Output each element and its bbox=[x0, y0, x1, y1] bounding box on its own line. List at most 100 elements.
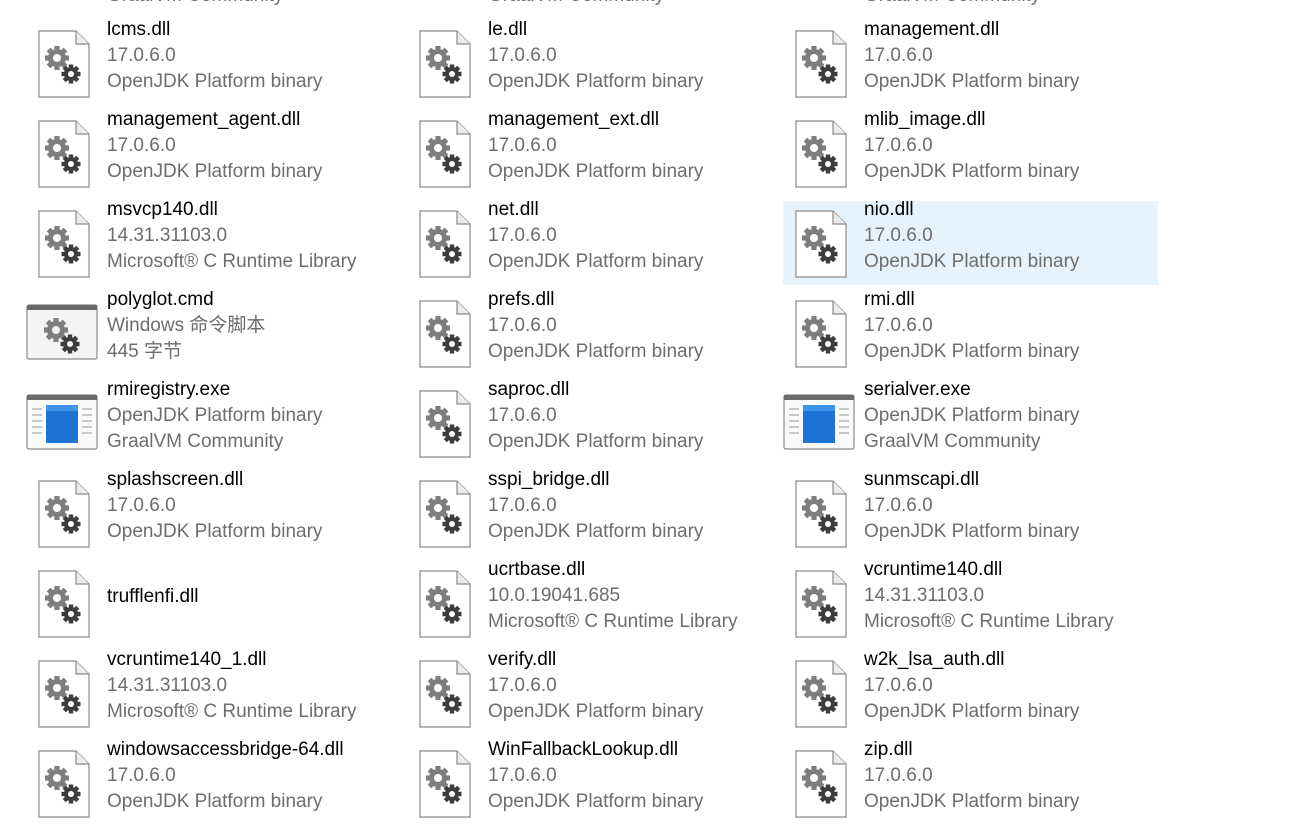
file-text: splashscreen.dll 17.0.6.0 OpenJDK Platform… bbox=[107, 467, 407, 545]
file-detail-line2: 10.0.19041.685 bbox=[488, 585, 621, 606]
file-item[interactable]: trufflenfi.dll bbox=[26, 561, 401, 645]
file-detail-line3: GraalVM Community bbox=[864, 431, 1041, 452]
partial-file-detail: GraalVM Community bbox=[488, 0, 664, 9]
file-item[interactable]: verify.dll 17.0.6.0 OpenJDK Platform binar… bbox=[407, 649, 782, 735]
file-item[interactable]: rmiregistry.exe OpenJDK Platform binary Gr… bbox=[26, 379, 401, 465]
file-detail-line3: OpenJDK Platform binary bbox=[488, 251, 704, 272]
file-item[interactable]: management_agent.dll 17.0.6.0 OpenJDK Plat… bbox=[26, 109, 401, 195]
file-item[interactable]: nio.dll 17.0.6.0 OpenJDK Platform binary bbox=[783, 199, 1158, 285]
file-text: rmi.dll 17.0.6.0 OpenJDK Platform binary bbox=[864, 287, 1164, 365]
file-item[interactable]: management_ext.dll 17.0.6.0 OpenJDK Platfo… bbox=[407, 109, 782, 195]
file-text: net.dll 17.0.6.0 OpenJDK Platform binary bbox=[488, 197, 788, 275]
file-item[interactable]: vcruntime140.dll 14.31.31103.0 Microsoft® … bbox=[783, 559, 1158, 645]
file-detail-line3: Microsoft® C Runtime Library bbox=[488, 611, 738, 632]
file-detail-line2: 17.0.6.0 bbox=[488, 45, 557, 66]
file-text: ucrtbase.dll 10.0.19041.685 Microsoft® C R… bbox=[488, 557, 788, 635]
dll-gear-icon bbox=[795, 570, 847, 638]
file-detail-line3: OpenJDK Platform binary bbox=[864, 71, 1080, 92]
dll-gear-icon bbox=[795, 300, 847, 368]
dll-gear-icon bbox=[38, 570, 90, 638]
file-text: verify.dll 17.0.6.0 OpenJDK Platform binar… bbox=[488, 647, 788, 725]
file-detail-line2: 17.0.6.0 bbox=[864, 135, 933, 156]
file-detail-line2: OpenJDK Platform binary bbox=[864, 405, 1080, 426]
file-detail-line3: OpenJDK Platform binary bbox=[488, 521, 704, 542]
file-text: mlib_image.dll 17.0.6.0 OpenJDK Platform b… bbox=[864, 107, 1164, 185]
file-detail-line2: 14.31.31103.0 bbox=[107, 225, 228, 246]
file-item[interactable]: management.dll 17.0.6.0 OpenJDK Platform b… bbox=[783, 19, 1158, 105]
file-name: WinFallbackLookup.dll bbox=[488, 739, 679, 760]
file-item[interactable]: windowsaccessbridge-64.dll 17.0.6.0 OpenJD… bbox=[26, 739, 401, 825]
file-detail-line3: Microsoft® C Runtime Library bbox=[107, 251, 357, 272]
file-item[interactable]: saproc.dll 17.0.6.0 OpenJDK Platform binar… bbox=[407, 379, 782, 465]
file-detail-line3: Microsoft® C Runtime Library bbox=[864, 611, 1114, 632]
file-detail-line2: Windows 命令脚本 bbox=[107, 315, 266, 336]
file-detail-line3: OpenJDK Platform binary bbox=[864, 701, 1080, 722]
file-text: sunmscapi.dll 17.0.6.0 OpenJDK Platform bi… bbox=[864, 467, 1164, 545]
file-text: sspi_bridge.dll 17.0.6.0 OpenJDK Platform … bbox=[488, 467, 788, 545]
file-item[interactable]: w2k_lsa_auth.dll 17.0.6.0 OpenJDK Platform… bbox=[783, 649, 1158, 735]
file-name: polyglot.cmd bbox=[107, 289, 214, 310]
file-detail-line2: 17.0.6.0 bbox=[488, 765, 557, 786]
dll-gear-icon bbox=[795, 30, 847, 98]
file-item[interactable]: mlib_image.dll 17.0.6.0 OpenJDK Platform b… bbox=[783, 109, 1158, 195]
file-item[interactable]: rmi.dll 17.0.6.0 OpenJDK Platform binary bbox=[783, 289, 1158, 375]
file-item[interactable]: WinFallbackLookup.dll 17.0.6.0 OpenJDK Pla… bbox=[407, 739, 782, 825]
file-item[interactable]: serialver.exe OpenJDK Platform binary Graa… bbox=[783, 379, 1158, 465]
file-text: prefs.dll 17.0.6.0 OpenJDK Platform binary bbox=[488, 287, 788, 365]
file-name: management_ext.dll bbox=[488, 109, 660, 130]
dll-gear-icon bbox=[38, 660, 90, 728]
dll-gear-icon bbox=[419, 660, 471, 728]
file-text: zip.dll 17.0.6.0 OpenJDK Platform binary bbox=[864, 737, 1164, 815]
file-item[interactable]: polyglot.cmd Windows 命令脚本 445 字节 bbox=[26, 289, 401, 375]
file-detail-line2: 17.0.6.0 bbox=[107, 495, 176, 516]
file-text: trufflenfi.dll bbox=[107, 584, 407, 610]
file-text: WinFallbackLookup.dll 17.0.6.0 OpenJDK Pla… bbox=[488, 737, 788, 815]
file-detail-line3: OpenJDK Platform binary bbox=[107, 71, 323, 92]
file-detail-line2: 17.0.6.0 bbox=[107, 45, 176, 66]
file-item[interactable]: splashscreen.dll 17.0.6.0 OpenJDK Platform… bbox=[26, 469, 401, 555]
dll-gear-icon bbox=[795, 480, 847, 548]
file-detail-line3: 445 字节 bbox=[107, 341, 182, 362]
file-icon-grid: GraalVM Community GraalVM Community GraalV… bbox=[0, 0, 1300, 825]
file-detail-line2: 14.31.31103.0 bbox=[107, 675, 228, 696]
file-detail-line3: OpenJDK Platform binary bbox=[488, 791, 704, 812]
partial-file-detail: GraalVM Community bbox=[107, 0, 283, 9]
file-name: verify.dll bbox=[488, 649, 557, 670]
file-name: trufflenfi.dll bbox=[107, 586, 199, 607]
file-name: le.dll bbox=[488, 19, 528, 40]
dll-gear-icon bbox=[419, 300, 471, 368]
file-item[interactable]: lcms.dll 17.0.6.0 OpenJDK Platform binary bbox=[26, 19, 401, 105]
file-item[interactable]: msvcp140.dll 14.31.31103.0 Microsoft® C Ru… bbox=[26, 199, 401, 285]
file-name: net.dll bbox=[488, 199, 539, 220]
file-name: vcruntime140.dll bbox=[864, 559, 1003, 580]
file-item[interactable]: prefs.dll 17.0.6.0 OpenJDK Platform binary bbox=[407, 289, 782, 375]
file-name: sspi_bridge.dll bbox=[488, 469, 610, 490]
file-detail-line2: 17.0.6.0 bbox=[864, 315, 933, 336]
file-item[interactable]: ucrtbase.dll 10.0.19041.685 Microsoft® C R… bbox=[407, 559, 782, 645]
file-text: serialver.exe OpenJDK Platform binary Graa… bbox=[864, 377, 1164, 455]
dll-gear-icon bbox=[419, 480, 471, 548]
file-detail-line3: GraalVM Community bbox=[107, 431, 284, 452]
file-item[interactable]: sunmscapi.dll 17.0.6.0 OpenJDK Platform bi… bbox=[783, 469, 1158, 555]
dll-gear-icon bbox=[419, 570, 471, 638]
file-text: management.dll 17.0.6.0 OpenJDK Platform b… bbox=[864, 17, 1164, 95]
file-detail-line2: 17.0.6.0 bbox=[864, 675, 933, 696]
file-item[interactable]: le.dll 17.0.6.0 OpenJDK Platform binary bbox=[407, 19, 782, 105]
file-detail-line2: 17.0.6.0 bbox=[864, 495, 933, 516]
dll-gear-icon bbox=[419, 30, 471, 98]
dll-gear-icon bbox=[795, 750, 847, 818]
file-detail-line3: OpenJDK Platform binary bbox=[488, 341, 704, 362]
file-detail-line3: OpenJDK Platform binary bbox=[864, 521, 1080, 542]
file-text: msvcp140.dll 14.31.31103.0 Microsoft® C Ru… bbox=[107, 197, 407, 275]
file-text: vcruntime140.dll 14.31.31103.0 Microsoft® … bbox=[864, 557, 1164, 635]
file-item[interactable]: zip.dll 17.0.6.0 OpenJDK Platform binary bbox=[783, 739, 1158, 825]
file-text: le.dll 17.0.6.0 OpenJDK Platform binary bbox=[488, 17, 788, 95]
file-item[interactable]: net.dll 17.0.6.0 OpenJDK Platform binary bbox=[407, 199, 782, 285]
file-text: saproc.dll 17.0.6.0 OpenJDK Platform binar… bbox=[488, 377, 788, 455]
dll-gear-icon bbox=[38, 480, 90, 548]
file-name: serialver.exe bbox=[864, 379, 971, 400]
file-item[interactable]: vcruntime140_1.dll 14.31.31103.0 Microsoft… bbox=[26, 649, 401, 735]
file-item[interactable]: sspi_bridge.dll 17.0.6.0 OpenJDK Platform … bbox=[407, 469, 782, 555]
file-name: rmiregistry.exe bbox=[107, 379, 231, 400]
file-detail-line3: OpenJDK Platform binary bbox=[864, 341, 1080, 362]
